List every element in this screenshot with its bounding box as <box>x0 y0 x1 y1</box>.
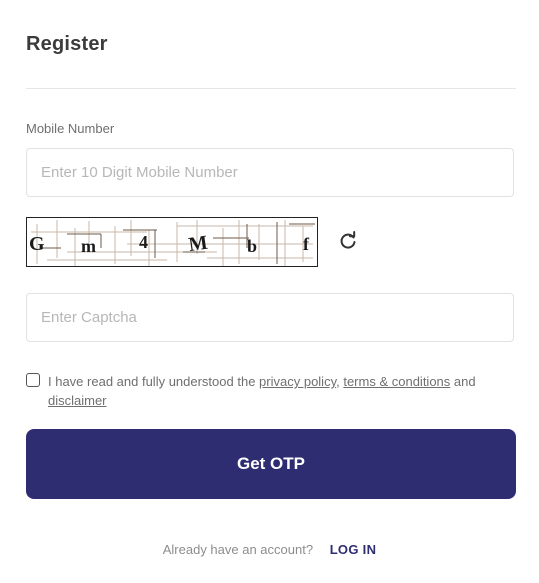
captcha-char: f <box>303 234 310 254</box>
consent-separator: and <box>450 374 476 389</box>
mobile-number-input[interactable] <box>27 149 513 196</box>
consent-text: I have read and fully understood the pri… <box>26 372 516 410</box>
disclaimer-link[interactable]: disclaimer <box>48 393 107 408</box>
mobile-number-field[interactable] <box>26 148 514 197</box>
login-link[interactable]: LOG IN <box>330 542 377 557</box>
login-question: Already have an account? <box>162 542 314 557</box>
terms-conditions-link[interactable]: terms & conditions <box>343 374 450 389</box>
captcha-char: M <box>187 232 209 256</box>
header-divider <box>26 88 516 89</box>
captcha-field[interactable] <box>26 293 514 342</box>
mobile-number-label: Mobile Number <box>26 121 115 136</box>
consent-prefix: I have read and fully understood the <box>48 374 260 389</box>
captcha-char: 4 <box>139 232 148 252</box>
privacy-policy-link[interactable]: privacy policy <box>259 374 336 389</box>
captcha-image: G m 4 M b f <box>26 217 318 267</box>
consent-checkbox[interactable] <box>26 373 40 387</box>
captcha-input[interactable] <box>27 294 513 341</box>
refresh-icon[interactable] <box>338 231 358 251</box>
page-title: Register <box>26 33 108 55</box>
captcha-char: b <box>247 236 257 256</box>
consent-row: I have read and fully understood the pri… <box>26 372 516 410</box>
get-otp-button[interactable]: Get OTP <box>26 429 516 499</box>
captcha-char: G <box>29 233 45 255</box>
login-prompt: Already have an account? LOG IN <box>0 542 539 557</box>
captcha-char: m <box>81 236 96 256</box>
